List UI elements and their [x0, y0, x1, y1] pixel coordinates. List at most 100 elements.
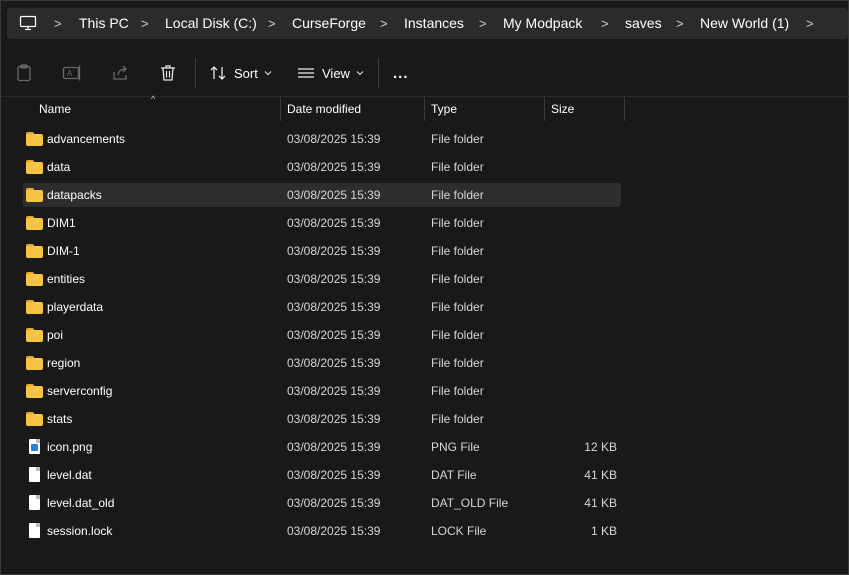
file-date: 03/08/2025 15:39	[287, 468, 381, 482]
rename-icon[interactable]: A	[62, 63, 82, 83]
file-row[interactable]: region 03/08/2025 15:39 File folder	[23, 351, 621, 375]
command-bar: A Sort View ...	[1, 49, 849, 97]
file-row[interactable]: serverconfig 03/08/2025 15:39 File folder	[23, 379, 621, 403]
chevron-right-icon[interactable]: >	[54, 8, 62, 39]
file-size	[543, 267, 617, 291]
file-date: 03/08/2025 15:39	[287, 188, 381, 202]
file-name: playerdata	[47, 300, 104, 314]
paste-icon[interactable]	[14, 63, 34, 83]
column-header-size[interactable]: Size	[551, 97, 621, 121]
file-row[interactable]: DIM-1 03/08/2025 15:39 File folder	[23, 239, 621, 263]
file-row[interactable]: data 03/08/2025 15:39 File folder	[23, 155, 621, 179]
file-row[interactable]: session.lock 03/08/2025 15:39 LOCK File 1 K…	[23, 519, 621, 543]
file-name: serverconfig	[47, 384, 113, 398]
view-button[interactable]: View	[297, 61, 365, 85]
file-type: File folder	[431, 300, 484, 314]
sort-label: Sort	[234, 65, 258, 81]
folder-icon	[26, 159, 44, 175]
column-header-type[interactable]: Type	[431, 97, 541, 121]
file-row[interactable]: advancements 03/08/2025 15:39 File folder	[23, 127, 621, 151]
file-icon	[26, 467, 44, 483]
folder-icon	[26, 411, 44, 427]
chevron-down-icon	[264, 71, 272, 76]
toolbar-divider	[195, 58, 196, 88]
folder-icon	[26, 243, 44, 259]
breadcrumb-new-world[interactable]: New World (1)	[700, 8, 789, 39]
breadcrumb-saves[interactable]: saves	[625, 8, 662, 39]
file-size	[543, 183, 617, 207]
file-date: 03/08/2025 15:39	[287, 132, 381, 146]
image-file-icon	[26, 439, 44, 455]
breadcrumb-curseforge[interactable]: CurseForge	[292, 8, 366, 39]
file-type: File folder	[431, 132, 484, 146]
file-size	[543, 407, 617, 431]
folder-icon	[26, 355, 44, 371]
file-row[interactable]: level.dat 03/08/2025 15:39 DAT File 41 KB	[23, 463, 621, 487]
file-size	[543, 295, 617, 319]
folder-icon	[26, 327, 44, 343]
file-row[interactable]: stats 03/08/2025 15:39 File folder	[23, 407, 621, 431]
folder-icon	[26, 299, 44, 315]
address-bar[interactable]: > This PC > Local Disk (C:) > CurseForge…	[7, 8, 848, 39]
chevron-right-icon[interactable]: >	[601, 8, 609, 39]
chevron-right-icon[interactable]: >	[380, 8, 388, 39]
file-explorer-window: > This PC > Local Disk (C:) > CurseForge…	[0, 0, 849, 575]
column-resize-handle[interactable]	[280, 97, 281, 121]
file-type: LOCK File	[431, 524, 487, 538]
file-size: 12 KB	[584, 440, 617, 454]
folder-icon	[26, 215, 44, 231]
file-date: 03/08/2025 15:39	[287, 440, 381, 454]
file-row[interactable]: entities 03/08/2025 15:39 File folder	[23, 267, 621, 291]
file-date: 03/08/2025 15:39	[287, 524, 381, 538]
file-type: File folder	[431, 328, 484, 342]
file-size	[543, 239, 617, 263]
file-name: stats	[47, 412, 73, 426]
file-row[interactable]: datapacks 03/08/2025 15:39 File folder	[23, 183, 621, 207]
file-date: 03/08/2025 15:39	[287, 496, 381, 510]
file-size	[543, 379, 617, 403]
file-type: File folder	[431, 244, 484, 258]
svg-text:A: A	[67, 69, 73, 78]
delete-icon[interactable]	[158, 63, 178, 83]
column-header-date[interactable]: Date modified	[287, 97, 421, 121]
sort-button[interactable]: Sort	[209, 61, 273, 85]
folder-icon	[26, 383, 44, 399]
folder-icon	[26, 187, 44, 203]
breadcrumb-my-modpack[interactable]: My Modpack	[503, 8, 582, 39]
file-row[interactable]: DIM1 03/08/2025 15:39 File folder	[23, 211, 621, 235]
file-row[interactable]: playerdata 03/08/2025 15:39 File folder	[23, 295, 621, 319]
file-type: File folder	[431, 356, 484, 370]
breadcrumb-local-disk[interactable]: Local Disk (C:)	[165, 8, 257, 39]
file-name: region	[47, 356, 81, 370]
column-header-name[interactable]: Name	[39, 97, 277, 121]
chevron-right-icon[interactable]: >	[806, 8, 814, 39]
column-resize-handle[interactable]	[424, 97, 425, 121]
file-row[interactable]: poi 03/08/2025 15:39 File folder	[23, 323, 621, 347]
file-type: File folder	[431, 272, 484, 286]
breadcrumb-this-pc[interactable]: This PC	[79, 8, 129, 39]
chevron-right-icon[interactable]: >	[268, 8, 276, 39]
file-name: datapacks	[47, 188, 102, 202]
file-size: 41 KB	[584, 468, 617, 482]
file-row[interactable]: level.dat_old 03/08/2025 15:39 DAT_OLD Fil…	[23, 491, 621, 515]
breadcrumb-instances[interactable]: Instances	[404, 8, 464, 39]
file-name: DIM1	[47, 216, 76, 230]
file-type: File folder	[431, 160, 484, 174]
chevron-right-icon[interactable]: >	[676, 8, 684, 39]
file-date: 03/08/2025 15:39	[287, 356, 381, 370]
file-size	[543, 127, 617, 151]
view-icon	[298, 68, 314, 78]
share-icon[interactable]	[110, 63, 130, 83]
chevron-right-icon[interactable]: >	[141, 8, 149, 39]
more-options-button[interactable]: ...	[393, 61, 409, 85]
column-resize-handle[interactable]	[544, 97, 545, 121]
file-name: icon.png	[47, 440, 93, 454]
file-date: 03/08/2025 15:39	[287, 272, 381, 286]
chevron-right-icon[interactable]: >	[479, 8, 487, 39]
file-type: DAT_OLD File	[431, 496, 509, 510]
file-icon	[26, 523, 44, 539]
file-type: File folder	[431, 412, 484, 426]
file-row[interactable]: icon.png 03/08/2025 15:39 PNG File 12 KB	[23, 435, 621, 459]
file-icon	[26, 495, 44, 511]
column-resize-handle[interactable]	[624, 97, 625, 121]
